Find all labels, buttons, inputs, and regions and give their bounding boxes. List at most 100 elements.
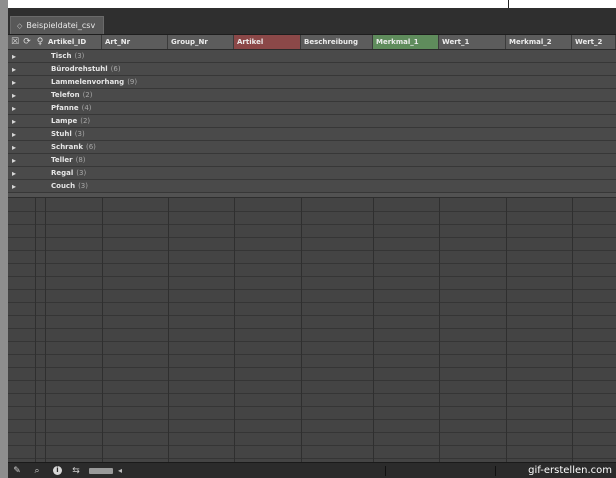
table-header: ☒ ⟳ ♀ Artikel_ID Art_Nr Group_Nr Artikel…	[8, 35, 616, 50]
group-name: Telefon (2)	[51, 89, 93, 102]
group-name: Teller (8)	[51, 154, 86, 167]
expand-arrow-icon[interactable]: ▸	[12, 169, 16, 178]
top-marker	[508, 0, 509, 8]
group-row[interactable]: ▸ Telefon (2)	[8, 89, 616, 102]
column-header-wert-1[interactable]: Wert_1	[439, 35, 506, 49]
group-count: (6)	[110, 65, 121, 73]
grid-column-line	[168, 198, 169, 462]
grid-row-line	[8, 341, 616, 342]
scroll-left-arrow-icon[interactable]: ◂	[118, 466, 122, 476]
swap-icon[interactable]: ⇆	[71, 466, 81, 476]
grid-column-line	[301, 198, 302, 462]
group-label: Bürodrehstuhl	[51, 65, 108, 73]
tab-label: Beispieldatei_csv	[26, 20, 96, 30]
grid-column-line	[373, 198, 374, 462]
data-panel: ◇ Beispieldatei_csv ☒ ⟳ ♀ Artikel_ID Art…	[8, 8, 616, 478]
column-header-wert-2[interactable]: Wert_2	[572, 35, 616, 49]
status-bar: ✎ ⌕ i ⇆ ◂ gif-erstellen.com	[8, 462, 616, 478]
expand-arrow-icon[interactable]: ▸	[12, 182, 16, 191]
grid-row-line	[8, 354, 616, 355]
grid-row-line	[8, 211, 616, 212]
group-count: (3)	[78, 182, 88, 190]
grid-column-line	[234, 198, 235, 462]
group-count: (3)	[74, 52, 85, 60]
group-name: Lampe (2)	[51, 115, 90, 128]
tab-beispieldatei[interactable]: ◇ Beispieldatei_csv	[10, 16, 105, 34]
group-row[interactable]: ▸ Stuhl (3)	[8, 128, 616, 141]
info-icon[interactable]: i	[53, 466, 62, 475]
status-marker	[385, 466, 386, 476]
group-label: Tisch	[51, 52, 72, 60]
group-label: Schrank	[51, 143, 83, 151]
group-name: Lammelenvorhang (9)	[51, 76, 137, 89]
expand-arrow-icon[interactable]: ▸	[12, 65, 16, 74]
expand-arrow-icon[interactable]: ▸	[12, 130, 16, 139]
group-row[interactable]: ▸ Teller (8)	[8, 154, 616, 167]
grid-column-line	[439, 198, 440, 462]
column-header-merkmal-1[interactable]: Merkmal_1	[373, 35, 439, 49]
group-row[interactable]: ▸ Lammelenvorhang (9)	[8, 76, 616, 89]
group-count: (3)	[74, 130, 85, 138]
expand-arrow-icon[interactable]: ▸	[12, 104, 16, 113]
grid-row-line	[8, 289, 616, 290]
grid-row-line	[8, 328, 616, 329]
grid-row-line	[8, 393, 616, 394]
grid-row-line	[8, 445, 616, 446]
expand-arrow-icon[interactable]: ▸	[12, 156, 16, 165]
grid-row-line	[8, 432, 616, 433]
group-label: Couch	[51, 182, 76, 190]
lightbulb-icon[interactable]: ♀	[35, 37, 45, 47]
grid-column-line	[572, 198, 573, 462]
column-header-artikel[interactable]: Artikel	[234, 35, 301, 49]
grid-column-line	[102, 198, 103, 462]
expand-arrow-icon[interactable]: ▸	[12, 78, 16, 87]
grid-row-line	[8, 237, 616, 238]
grid-row-line	[8, 263, 616, 264]
group-name: Couch (3)	[51, 180, 88, 193]
search-icon[interactable]: ⌕	[32, 466, 42, 476]
column-header-merkmal-2[interactable]: Merkmal_2	[506, 35, 572, 49]
grid-row-line	[8, 406, 616, 407]
refresh-icon[interactable]: ⟳	[22, 37, 32, 47]
group-count: (2)	[80, 117, 91, 125]
horizontal-scrollbar-thumb[interactable]	[89, 468, 113, 474]
group-row[interactable]: ▸ Pfanne (4)	[8, 102, 616, 115]
expand-arrow-icon[interactable]: ▸	[12, 52, 16, 61]
group-name: Pfanne (4)	[51, 102, 92, 115]
group-row[interactable]: ▸ Tisch (3)	[8, 50, 616, 63]
expand-arrow-icon[interactable]: ▸	[12, 117, 16, 126]
tab-arrows-icon: ◇	[17, 21, 23, 30]
watermark: gif-erstellen.com	[526, 464, 614, 478]
grid-column-line	[35, 198, 36, 462]
grid-row-line	[8, 250, 616, 251]
expand-arrow-icon[interactable]: ▸	[12, 91, 16, 100]
group-row[interactable]: ▸ Regal (3)	[8, 167, 616, 180]
group-separator	[8, 193, 616, 198]
group-name: Stuhl (3)	[51, 128, 85, 141]
group-count: (9)	[127, 78, 138, 86]
group-name: Regal (3)	[51, 167, 86, 180]
grid-row-line	[8, 315, 616, 316]
grid-row-line	[8, 367, 616, 368]
column-header-beschreibung[interactable]: Beschreibung	[301, 35, 373, 49]
select-all-icon[interactable]: ☒	[10, 37, 20, 47]
group-name: Tisch (3)	[51, 50, 84, 63]
group-row[interactable]: ▸ Couch (3)	[8, 180, 616, 193]
column-header-art-nr[interactable]: Art_Nr	[102, 35, 168, 49]
pencil-icon[interactable]: ✎	[12, 466, 22, 476]
group-row[interactable]: ▸ Lampe (2)	[8, 115, 616, 128]
group-label: Teller	[51, 156, 73, 164]
tab-bar: ◇ Beispieldatei_csv	[8, 8, 616, 35]
grid-row-line	[8, 302, 616, 303]
group-count: (4)	[81, 104, 92, 112]
group-row[interactable]: ▸ Schrank (6)	[8, 141, 616, 154]
column-header-group-nr[interactable]: Group_Nr	[168, 35, 234, 49]
grid-row-line	[8, 380, 616, 381]
expand-arrow-icon[interactable]: ▸	[12, 143, 16, 152]
grid-column-line	[45, 198, 46, 462]
grid-row-line	[8, 458, 616, 459]
group-row[interactable]: ▸ Bürodrehstuhl (6)	[8, 63, 616, 76]
group-count: (8)	[75, 156, 86, 164]
left-gutter	[0, 0, 8, 478]
column-header-artikel-id[interactable]: Artikel_ID	[45, 35, 102, 49]
